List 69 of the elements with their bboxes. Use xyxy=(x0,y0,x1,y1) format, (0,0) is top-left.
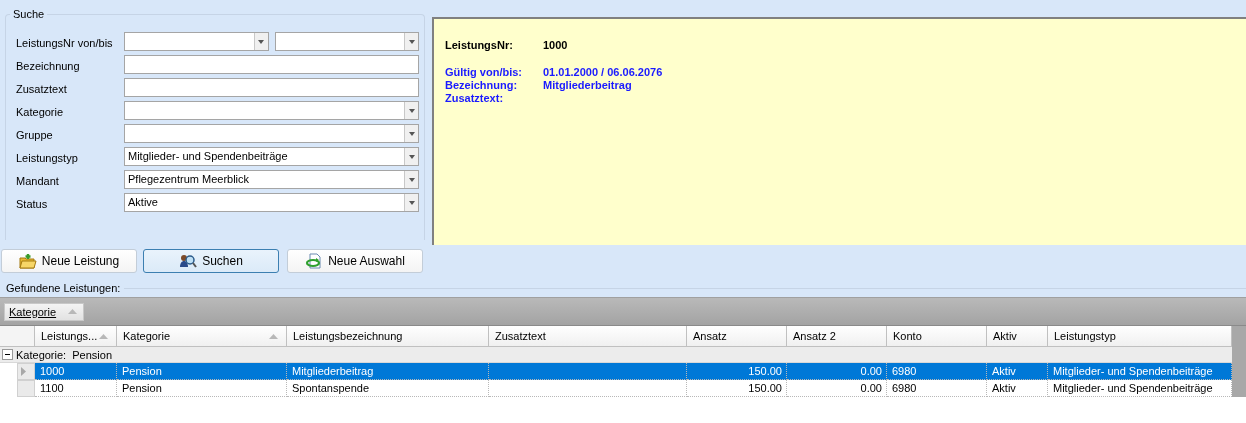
text-field[interactable] xyxy=(124,78,419,97)
field-label: Kategorie xyxy=(16,105,65,118)
column-header[interactable]: Leistungstyp xyxy=(1048,326,1232,347)
dropdown-field[interactable]: Mitglieder- und Spendenbeiträge xyxy=(124,147,419,166)
detail-label: LeistungsNr: xyxy=(445,39,514,51)
detail-label: Bezeichnung: xyxy=(445,79,519,91)
dropdown-arrow-icon xyxy=(408,200,415,205)
table-cell: Aktiv xyxy=(987,363,1048,380)
field-label: Bezeichnung xyxy=(16,59,81,72)
field-label: Mandant xyxy=(16,174,60,187)
group-label: Kategorie: Pension xyxy=(16,348,112,361)
action-button[interactable]: Suchen xyxy=(143,249,279,273)
detail-label: Zusatztext: xyxy=(445,92,505,104)
dropdown-arrow-icon xyxy=(258,39,264,44)
dropdown-field[interactable] xyxy=(274,32,419,51)
table-cell: Pension xyxy=(117,363,287,380)
dropdown-field[interactable] xyxy=(124,124,419,143)
column-header[interactable]: Zusatztext xyxy=(489,326,687,347)
dropdown-field[interactable]: Pflegezentrum Meerblick xyxy=(124,170,419,189)
table-cell: Mitgliederbeitrag xyxy=(287,363,489,380)
action-button[interactable]: Neue Auswahl xyxy=(287,249,423,273)
table-cell: 150.00 xyxy=(687,380,787,397)
grid-background xyxy=(1232,326,1246,397)
column-header[interactable]: Ansatz 2 xyxy=(787,326,887,347)
column-header[interactable]: Leistungs... xyxy=(35,326,117,347)
dropdown-arrow-icon xyxy=(408,39,415,44)
table-cell: 1100 xyxy=(35,380,117,397)
dropdown-arrow-icon xyxy=(408,108,415,113)
dropdown-field[interactable] xyxy=(124,32,269,51)
table-cell: 6980 xyxy=(887,363,987,380)
field-label: Gruppe xyxy=(16,128,54,141)
table-cell: 6980 xyxy=(887,380,987,397)
table-cell: Spontanspende xyxy=(287,380,489,397)
section-title: Gefundene Leistungen: xyxy=(6,281,121,294)
dropdown-field[interactable]: Aktive xyxy=(124,193,419,212)
field-label: Zusatztext xyxy=(16,82,68,95)
field-label: LeistungsNr von/bis xyxy=(16,36,114,49)
search-icon xyxy=(179,253,198,269)
current-row-icon xyxy=(21,367,26,376)
dropdown-arrow-icon xyxy=(408,177,415,182)
action-button[interactable]: Neue Leistung xyxy=(1,249,137,273)
group-by-chip[interactable]: Kategorie xyxy=(4,302,85,321)
table-cell: Aktiv xyxy=(987,380,1048,397)
field-label: Status xyxy=(16,197,49,210)
column-header[interactable]: Kategorie xyxy=(117,326,287,347)
dropdown-arrow-icon xyxy=(408,154,415,159)
table-cell: 1000 xyxy=(35,363,117,380)
column-header[interactable]: Ansatz xyxy=(687,326,787,347)
detail-value: Mitgliederbeitrag xyxy=(543,79,633,91)
detail-value: 01.01.2000 / 06.06.2076 xyxy=(543,66,663,78)
collapse-icon[interactable] xyxy=(2,349,13,360)
dropdown-arrow-icon xyxy=(408,131,415,136)
row-indicator[interactable] xyxy=(17,380,35,397)
detail-label: Gültig von/bis: xyxy=(445,66,523,78)
column-header[interactable]: Leistungsbezeichnung xyxy=(287,326,489,347)
column-header[interactable]: Konto xyxy=(887,326,987,347)
dropdown-field[interactable] xyxy=(124,101,419,120)
text-field[interactable] xyxy=(124,55,419,74)
table-cell: 0.00 xyxy=(787,380,887,397)
table-cell: Mitglieder- und Spendenbeiträge xyxy=(1048,363,1232,380)
folder-icon xyxy=(18,253,37,269)
detail-value: 1000 xyxy=(543,39,569,51)
field-label: Leistungstyp xyxy=(16,151,79,164)
table-cell: Pension xyxy=(117,380,287,397)
table-cell: 150.00 xyxy=(687,363,787,380)
refresh-icon xyxy=(305,253,324,269)
section-title: Suche xyxy=(12,8,46,20)
column-header[interactable]: Aktiv xyxy=(987,326,1048,347)
table-cell: 0.00 xyxy=(787,363,887,380)
